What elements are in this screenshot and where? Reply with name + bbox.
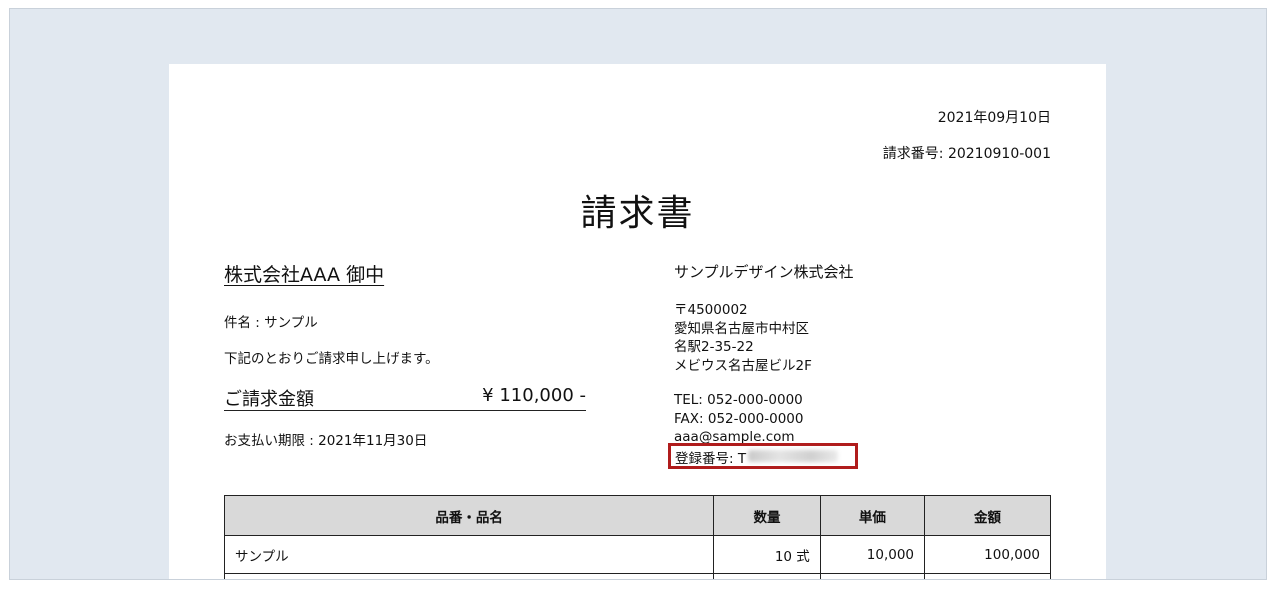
due-date: お支払い期限 : 2021年11月30日	[224, 433, 428, 449]
cell-amount: 100,000	[924, 535, 1051, 574]
amount-row: ご請求金額 ¥ 110,000 -	[224, 384, 586, 411]
client-name: 株式会社AAA 御中	[224, 264, 385, 286]
cell-empty	[819, 573, 926, 579]
cell-empty	[713, 573, 821, 579]
header-amount: 金額	[924, 495, 1051, 536]
table-header-row: 品番・品名 数量 単価 金額	[223, 495, 1051, 536]
header-unit-price: 単価	[819, 495, 926, 536]
registration-highlight: 登録番号: T	[668, 443, 858, 469]
invoice-date: 2021年09月10日	[937, 110, 1051, 126]
registration-number: 登録番号: T	[675, 451, 747, 467]
header-quantity: 数量	[713, 495, 821, 536]
issuer-name: サンプルデザイン株式会社	[674, 263, 854, 281]
issuer-contact: TEL: 052-000-0000 FAX: 052-000-0000 aaa@…	[674, 391, 803, 447]
header-item-name: 品番・品名	[223, 495, 715, 536]
address-line-3: メビウス名古屋ビル2F	[674, 357, 812, 374]
document-title: 請求書	[580, 193, 695, 234]
items-table: 品番・品名 数量 単価 金額 サンプル 10 式 10,000 100,000	[223, 495, 1051, 579]
invoice-page: 2021年09月10日 請求番号: 20210910-001 請求書 株式会社A…	[169, 64, 1106, 579]
preview-frame: 2021年09月10日 請求番号: 20210910-001 請求書 株式会社A…	[9, 8, 1267, 580]
invoice-number: 請求番号: 20210910-001	[882, 146, 1051, 162]
cell-unit-price: 10,000	[819, 535, 926, 574]
tel-line: TEL: 052-000-0000	[674, 392, 803, 408]
cell-empty	[924, 573, 1051, 579]
cell-quantity: 10 式	[713, 535, 821, 574]
issuer-address: 〒4500002 愛知県名古屋市中村区 名駅2-35-22 メビウス名古屋ビル2…	[674, 301, 812, 375]
amount-value: ¥ 110,000 -	[482, 385, 586, 406]
postal-code: 〒4500002	[674, 302, 748, 318]
address-line-2: 名駅2-35-22	[674, 339, 754, 355]
cell-empty	[223, 573, 715, 579]
cell-item-name: サンプル	[223, 535, 715, 574]
subject-line: 件名 : サンプル	[224, 315, 318, 331]
table-row	[223, 573, 1051, 579]
redaction-blur	[748, 450, 838, 462]
table-row: サンプル 10 式 10,000 100,000	[223, 535, 1051, 574]
intro-text: 下記のとおりご請求申し上げます。	[224, 351, 439, 367]
address-line-1: 愛知県名古屋市中村区	[674, 320, 809, 337]
fax-line: FAX: 052-000-0000	[674, 410, 804, 427]
amount-label: ご請求金額	[224, 389, 314, 410]
